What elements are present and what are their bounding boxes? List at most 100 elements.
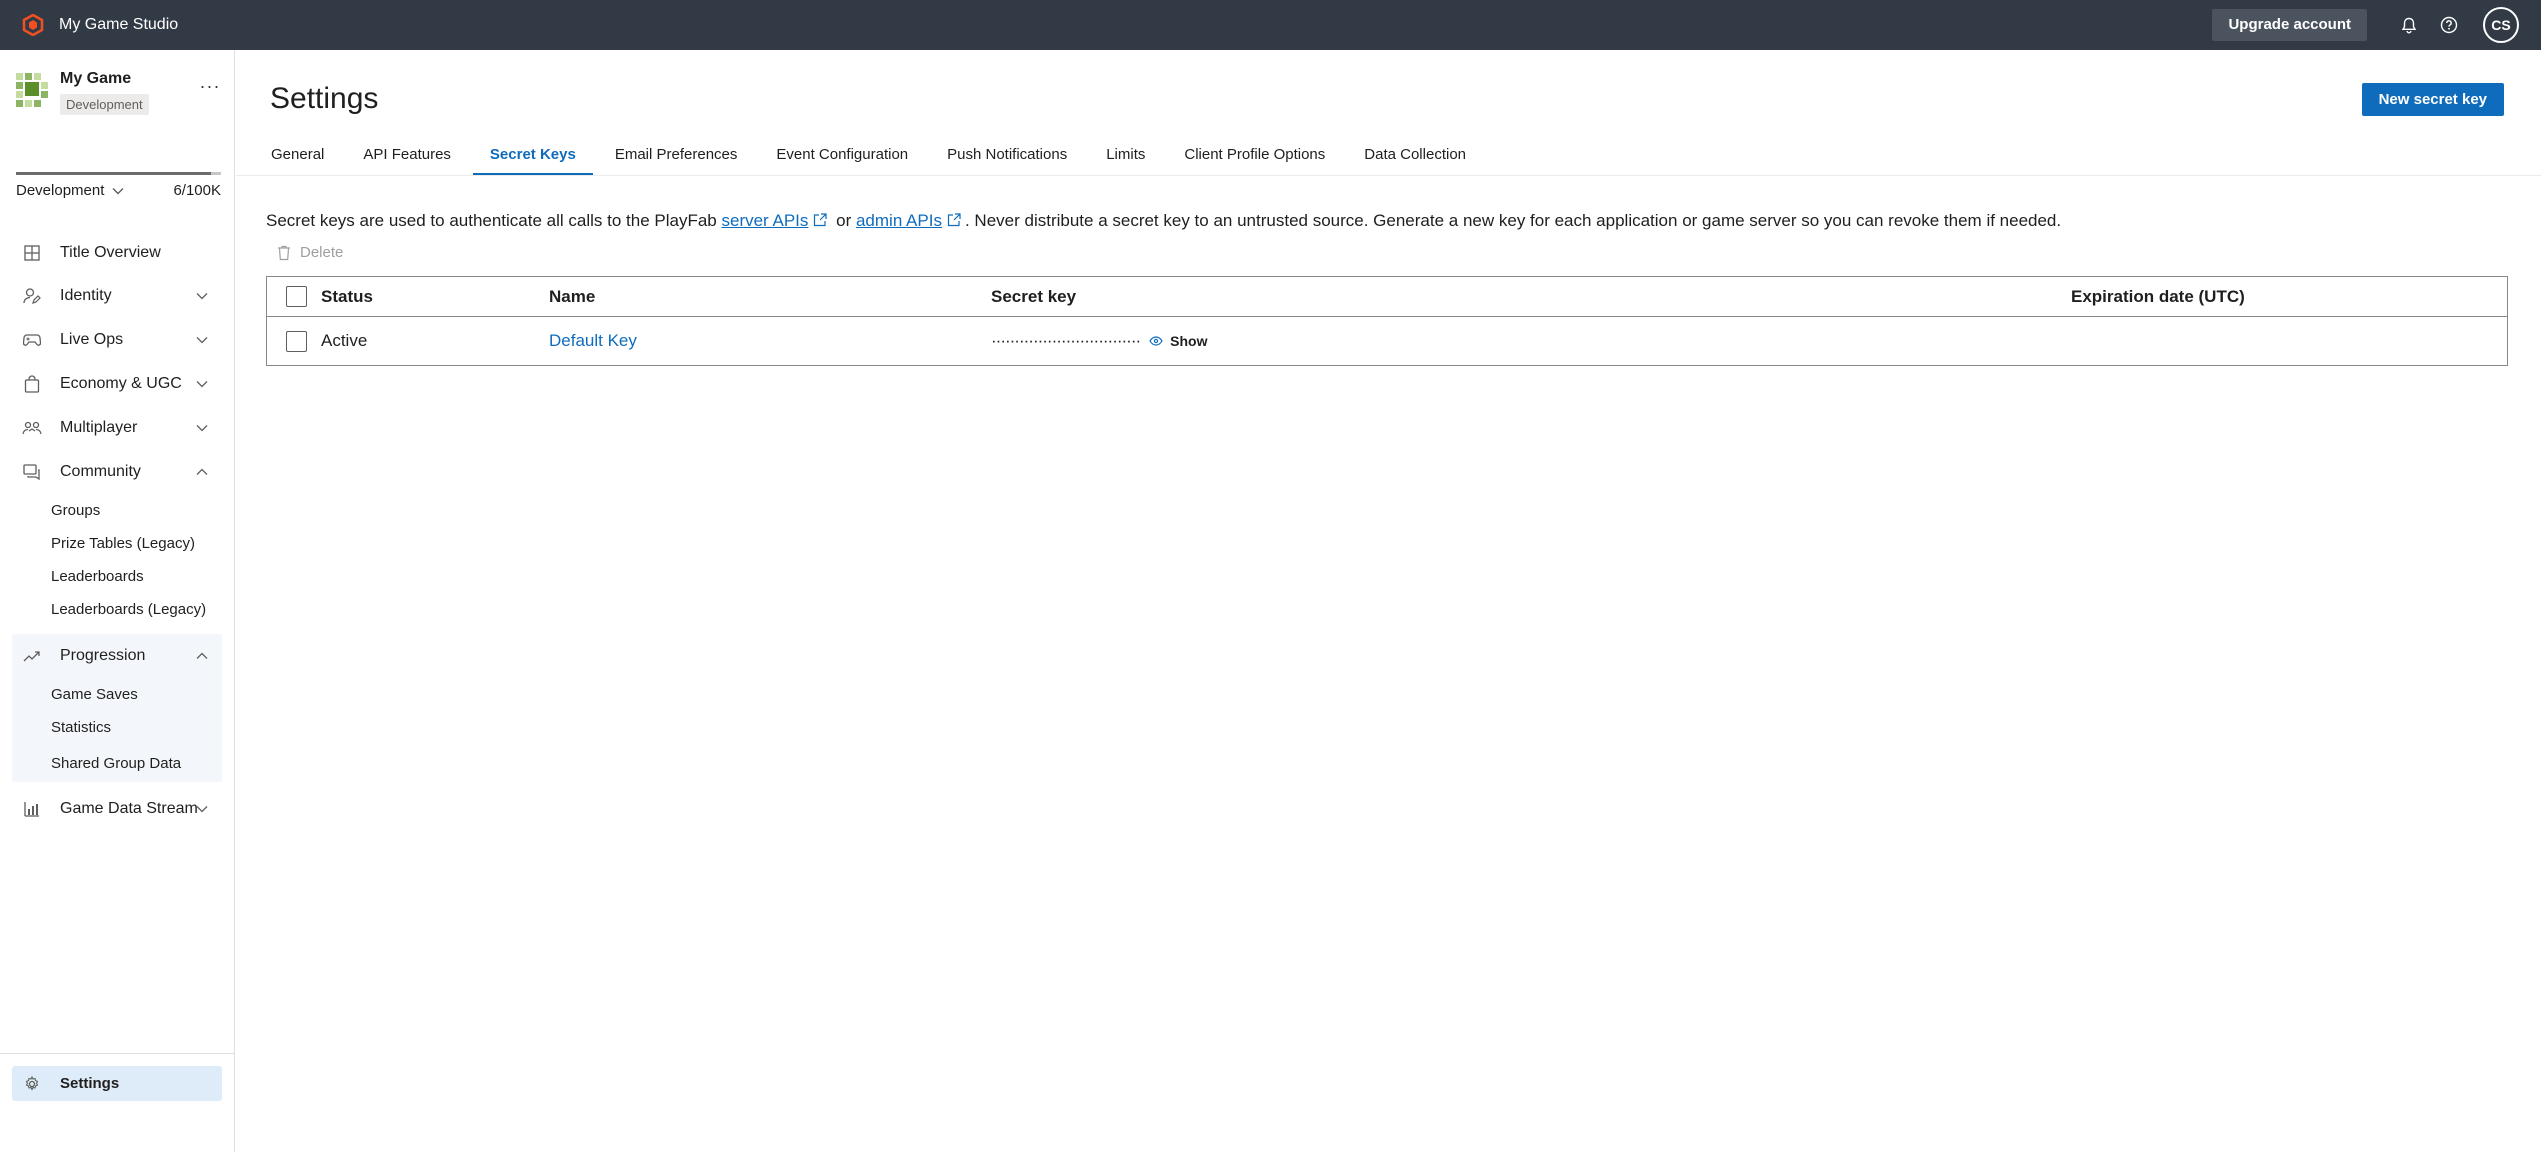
sidebar-subitem-leaderboards-legacy[interactable]: Leaderboards (Legacy)	[12, 593, 222, 626]
row-status: Active	[321, 331, 368, 350]
sidebar-item-label: Identity	[60, 287, 112, 304]
delete-button[interactable]: Delete	[276, 244, 343, 261]
header-status[interactable]: Status	[321, 287, 549, 307]
chevron-up-icon	[194, 648, 210, 664]
tab-secret-keys[interactable]: Secret Keys	[472, 134, 593, 176]
sidebar-item-game-data-stream[interactable]: Game Data Stream	[12, 787, 222, 831]
sidebar-subitem-prize-tables[interactable]: Prize Tables (Legacy)	[12, 527, 222, 560]
sidebar-item-community[interactable]: Community	[12, 450, 222, 494]
avatar[interactable]: CS	[2483, 7, 2519, 43]
chevron-down-icon	[112, 182, 124, 199]
description-text: Secret keys are used to authenticate all…	[266, 211, 722, 230]
environment-select[interactable]: Development	[16, 182, 124, 199]
masked-secret-key: ································	[991, 336, 1141, 346]
progression-group: Progression Game Saves Statistics Shared…	[12, 634, 222, 782]
table-header: Status Name Secret key Expiration date (…	[267, 277, 2507, 317]
select-all-checkbox[interactable]	[285, 286, 307, 307]
tab-divider	[236, 175, 2541, 176]
sidebar-item-progression[interactable]: Progression	[12, 634, 222, 678]
new-secret-key-button[interactable]: New secret key	[2361, 83, 2504, 116]
key-name-link[interactable]: Default Key	[549, 331, 637, 350]
header-expiration[interactable]: Expiration date (UTC)	[2071, 287, 2471, 307]
sidebar-subitem-groups[interactable]: Groups	[12, 494, 222, 527]
show-key-button[interactable]: Show	[1148, 333, 1208, 349]
external-link-icon	[814, 213, 828, 227]
gear-icon	[22, 1074, 42, 1094]
secret-keys-table: Status Name Secret key Expiration date (…	[266, 276, 2508, 366]
tab-push-notifications[interactable]: Push Notifications	[930, 134, 1084, 176]
delete-label: Delete	[300, 244, 344, 261]
help-icon[interactable]	[2429, 0, 2469, 50]
bar-chart-icon	[22, 799, 42, 819]
environment-badge: Development	[60, 94, 149, 115]
sidebar-item-economy-ugc[interactable]: Economy & UGC	[12, 362, 222, 406]
sidebar-item-label: Settings	[60, 1075, 120, 1092]
identity-icon	[22, 286, 42, 306]
eye-icon	[1148, 333, 1164, 349]
trend-icon	[22, 646, 42, 666]
game-header: My Game Development ···	[16, 68, 222, 175]
upgrade-account-button[interactable]: Upgrade account	[2212, 9, 2367, 41]
usage-bar	[16, 172, 221, 175]
description-text: . Never distribute a secret key to an un…	[964, 211, 2062, 230]
server-apis-link[interactable]: server APIs	[721, 211, 808, 230]
description-text: or	[831, 211, 856, 230]
show-label: Show	[1170, 333, 1208, 349]
sidebar-item-settings[interactable]: Settings	[12, 1066, 222, 1101]
sidebar-subitem-game-saves[interactable]: Game Saves	[12, 678, 222, 711]
sidebar-item-title-overview[interactable]: Title Overview	[12, 232, 222, 274]
brand[interactable]: My Game Studio	[22, 14, 178, 36]
secret-keys-description: Secret keys are used to authenticate all…	[266, 211, 2061, 231]
admin-apis-link[interactable]: admin APIs	[856, 211, 942, 230]
sidebar-item-label: Economy & UGC	[60, 375, 182, 392]
sidebar-item-identity[interactable]: Identity	[12, 274, 222, 318]
bell-icon[interactable]	[2389, 0, 2429, 50]
environment-row: Development 6/100K	[16, 182, 221, 199]
sidebar-item-multiplayer[interactable]: Multiplayer	[12, 406, 222, 450]
sidebar-subitem-leaderboards[interactable]: Leaderboards	[12, 560, 222, 593]
sidebar-item-label: Multiplayer	[60, 419, 138, 436]
external-link-icon	[947, 213, 961, 227]
chevron-down-icon	[194, 288, 210, 304]
sidebar-divider	[0, 1053, 234, 1054]
sidebar-item-label: Live Ops	[60, 331, 124, 348]
tab-event-configuration[interactable]: Event Configuration	[759, 134, 925, 176]
game-logo-icon	[16, 71, 50, 109]
game-name: My Game	[60, 70, 132, 87]
tab-limits[interactable]: Limits	[1089, 134, 1162, 176]
usage-bar-fill	[16, 172, 211, 175]
page-title: Settings	[270, 82, 379, 115]
sidebar-item-live-ops[interactable]: Live Ops	[12, 318, 222, 362]
environment-select-label: Development	[16, 182, 105, 199]
usage-count: 6/100K	[173, 182, 221, 199]
gamepad-icon	[22, 330, 42, 350]
select-all-checkbox-cell	[267, 286, 321, 307]
sidebar-item-label: Title Overview	[60, 244, 161, 261]
sidebar: My Game Development ··· Development 6/10…	[0, 50, 235, 1152]
header-secret-key[interactable]: Secret key	[991, 287, 2071, 307]
more-options-icon[interactable]: ···	[198, 74, 222, 98]
playfab-logo-icon	[22, 14, 44, 36]
studio-name: My Game Studio	[59, 16, 179, 33]
sidebar-subitem-statistics[interactable]: Statistics	[12, 711, 222, 744]
table-row: Active Default Key ·····················…	[267, 317, 2507, 365]
header-name[interactable]: Name	[549, 287, 991, 307]
row-secret-key: ································ Show	[991, 333, 2071, 349]
tab-email-preferences[interactable]: Email Preferences	[598, 134, 755, 176]
sidebar-item-label: Game Data Stream	[60, 800, 198, 817]
tab-data-collection[interactable]: Data Collection	[1347, 134, 1483, 176]
row-checkbox[interactable]	[285, 330, 307, 352]
sidebar-item-label: Community	[60, 463, 141, 480]
row-checkbox-cell	[267, 330, 321, 352]
bag-icon	[22, 374, 42, 394]
tab-general[interactable]: General	[254, 134, 341, 176]
chevron-down-icon	[194, 420, 210, 436]
sidebar-nav: Title Overview Identity Live Ops Economy…	[12, 232, 222, 831]
tab-api-features[interactable]: API Features	[346, 134, 468, 176]
chevron-down-icon	[194, 332, 210, 348]
sidebar-subitem-shared-group-data[interactable]: Shared Group Data	[12, 744, 222, 782]
tab-client-profile-options[interactable]: Client Profile Options	[1167, 134, 1342, 176]
trash-icon	[276, 245, 292, 261]
chevron-down-icon	[194, 801, 210, 817]
chevron-up-icon	[194, 464, 210, 480]
